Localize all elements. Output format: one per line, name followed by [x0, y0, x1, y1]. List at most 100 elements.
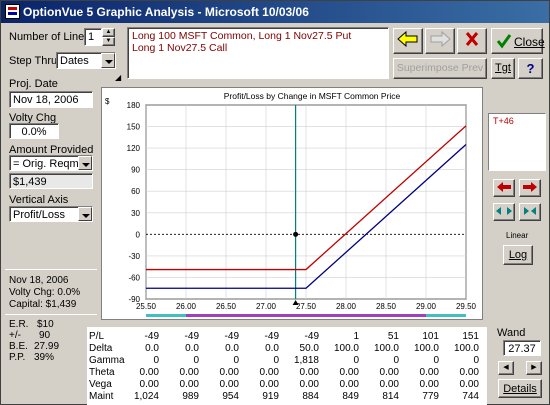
chevron-down-icon[interactable]: [78, 207, 92, 221]
linear-label[interactable]: Linear: [506, 231, 528, 240]
amount-value: $1,439: [9, 173, 93, 189]
compress-icon: [496, 207, 512, 215]
table-cell: 0: [433, 355, 439, 366]
details-button[interactable]: Details: [498, 379, 542, 398]
step-thru-label: Step Thru: [9, 55, 58, 67]
spin-up-button[interactable]: ▲: [102, 28, 115, 37]
tgt-label: Tgt: [495, 62, 511, 74]
window-title: OptionVue 5 Graphic Analysis - Microsoft…: [23, 5, 309, 19]
profit-loss-chart[interactable]: Profit/Loss by Change in MSFT Common Pri…: [102, 88, 482, 319]
y-tick-label: -90: [128, 295, 140, 304]
chart-panel[interactable]: Profit/Loss by Change in MSFT Common Pri…: [101, 87, 483, 320]
close-button[interactable]: Close: [491, 28, 545, 54]
wand-input[interactable]: 27.37: [503, 340, 541, 356]
x-tick-label: 29.50: [456, 302, 477, 311]
details-label: Details: [503, 383, 537, 395]
x-tick-label: 26.00: [176, 302, 197, 311]
forward-button[interactable]: [425, 28, 455, 54]
x-tick-label: 28.00: [336, 302, 357, 311]
log-button[interactable]: Log: [503, 245, 533, 265]
table-cell: 884: [302, 391, 319, 402]
table-cell: 0.00: [459, 379, 479, 390]
table-cell: -49: [144, 331, 159, 342]
be-value: 27.99: [34, 341, 60, 352]
proj-date-input[interactable]: Nov 18, 2006: [9, 91, 93, 108]
table-cell: 0.00: [139, 379, 159, 390]
x-tick-label: 27.00: [256, 302, 277, 311]
table-cell: 0.00: [339, 379, 359, 390]
pp-value: 39%: [34, 352, 55, 363]
chevron-down-icon[interactable]: [78, 156, 92, 170]
delete-button[interactable]: [457, 28, 487, 54]
table-cell: -49: [184, 331, 199, 342]
table-cell: 50.0: [299, 343, 319, 354]
y-tick-label: 180: [127, 101, 141, 110]
spin-down-button[interactable]: ▼: [102, 37, 115, 46]
table-cell: 0: [153, 355, 159, 366]
vertical-axis-label: Vertical Axis: [9, 194, 69, 206]
volty-chg-input[interactable]: 0.0%: [9, 123, 59, 139]
shift-right-button[interactable]: [519, 179, 541, 197]
amount-provided-value: = Orig. Reqmt.: [13, 158, 85, 170]
table-cell: 0: [273, 355, 279, 366]
tgt-button[interactable]: Tgt: [491, 58, 515, 79]
arrow-right-icon: [430, 30, 451, 48]
superimpose-prev-label: Superimpose Prev: [396, 62, 484, 74]
pm-label: +/-: [9, 330, 21, 341]
y-tick-label: 150: [127, 123, 141, 132]
back-button[interactable]: [393, 28, 423, 54]
greeks-table: P/L -49 -49 -49 -49 -49 1 51 101 151 Delta 0.0 0.0 0.…: [87, 327, 487, 405]
pm-value: 90: [39, 330, 51, 341]
amount-provided-select[interactable]: = Orig. Reqmt.: [9, 155, 93, 171]
wand-left-button[interactable]: ◀: [498, 361, 514, 375]
table-cell: -49: [304, 331, 319, 342]
table-cell: 51: [387, 331, 399, 342]
position-line-1: Long 100 MSFT Common, Long 1 Nov27.5 Put: [132, 30, 352, 42]
curve-list[interactable]: T+46: [488, 113, 546, 171]
table-cell: 0.00: [379, 367, 399, 378]
y-tick-label: 30: [131, 209, 140, 218]
table-cell: 0.00: [179, 379, 199, 390]
table-cell: 100.0: [413, 343, 439, 354]
help-button[interactable]: ?: [518, 58, 543, 79]
compress-button[interactable]: [493, 203, 515, 221]
table-cell: 0: [233, 355, 239, 366]
table-cell: 0.00: [459, 367, 479, 378]
wand-right-button[interactable]: ▶: [526, 361, 542, 375]
table-cell: 0: [473, 355, 479, 366]
table-cell: 101: [422, 331, 439, 342]
close-button-label: Close: [514, 35, 545, 49]
table-row: P/L -49 -49 -49 -49 -49 1 51 101 151: [87, 331, 487, 342]
step-thru-select[interactable]: Dates: [56, 52, 116, 69]
x-tick-label: 26.50: [216, 302, 237, 311]
expand-button[interactable]: [519, 203, 541, 221]
shift-left-button[interactable]: [493, 179, 515, 197]
table-cell: 151: [462, 331, 479, 342]
x-tick-label: 27.50: [296, 302, 317, 311]
number-of-lines-input[interactable]: 1: [84, 28, 102, 46]
arrow-left-icon: [497, 182, 511, 192]
superimpose-prev-button[interactable]: Superimpose Prev: [393, 58, 487, 79]
chart-title: Profit/Loss by Change in MSFT Common Pri…: [224, 91, 401, 101]
y-tick-label: 0: [136, 230, 141, 239]
table-cell: 100.0: [373, 343, 399, 354]
position-line-2: Long 1 Nov27.5 Call: [132, 42, 228, 54]
title-bar[interactable]: OptionVue 5 Graphic Analysis - Microsoft…: [1, 1, 549, 23]
table-cell: 0.00: [299, 367, 319, 378]
table-row: Gamma 0 0 0 0 1,818 0 0 0 0: [87, 355, 487, 366]
divider: [5, 314, 97, 315]
positions-box[interactable]: Long 100 MSFT Common, Long 1 Nov27.5 Put…: [127, 27, 389, 79]
arrow-left-icon: [397, 30, 418, 48]
number-of-lines-label: Number of Lines: [9, 31, 90, 43]
table-cell: 0.00: [339, 367, 359, 378]
table-cell: 0.00: [179, 367, 199, 378]
table-cell: 0.0: [145, 343, 159, 354]
table-cell: -49: [264, 331, 279, 342]
help-icon: ?: [526, 61, 535, 76]
table-cell: 0.00: [219, 379, 239, 390]
table-cell: 0.0: [225, 343, 239, 354]
chevron-down-icon[interactable]: [101, 53, 115, 68]
divider: [5, 269, 97, 270]
range-strip-inner: [186, 314, 426, 317]
vertical-axis-select[interactable]: Profit/Loss: [9, 206, 93, 222]
